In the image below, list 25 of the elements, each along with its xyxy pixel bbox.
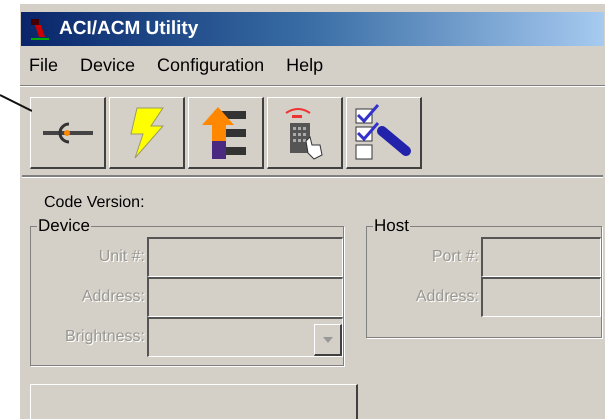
field-label: Unit #: <box>98 247 145 267</box>
field-label: Port #: <box>430 247 479 267</box>
field-label: Address: <box>80 287 145 307</box>
field-label: Brightness: <box>64 327 145 347</box>
toolbar-button[interactable] <box>267 97 343 169</box>
menu-item[interactable]: Device <box>80 52 136 79</box>
lightning-icon <box>128 106 164 160</box>
input-field[interactable] <box>481 277 601 317</box>
input-field[interactable] <box>147 237 343 277</box>
toolbar-button[interactable] <box>109 97 185 169</box>
app-icon <box>29 16 51 41</box>
field-label: Address: <box>414 287 479 307</box>
toolbar-button[interactable] <box>188 97 264 169</box>
input-field[interactable] <box>147 277 343 317</box>
connector-icon <box>42 120 92 146</box>
brightness-dropdown[interactable] <box>147 317 343 357</box>
leader-line <box>0 94 32 112</box>
menu-item[interactable]: File <box>29 52 58 79</box>
window-title: ACI/ACM Utility <box>59 16 198 41</box>
toolbar-button[interactable] <box>346 97 422 169</box>
menu-item[interactable]: Configuration <box>157 52 264 79</box>
code-version-label: Code Version: <box>44 194 146 212</box>
toolbar-button[interactable] <box>30 97 106 169</box>
input-field[interactable] <box>481 237 601 277</box>
menu-item[interactable]: Help <box>286 52 324 79</box>
